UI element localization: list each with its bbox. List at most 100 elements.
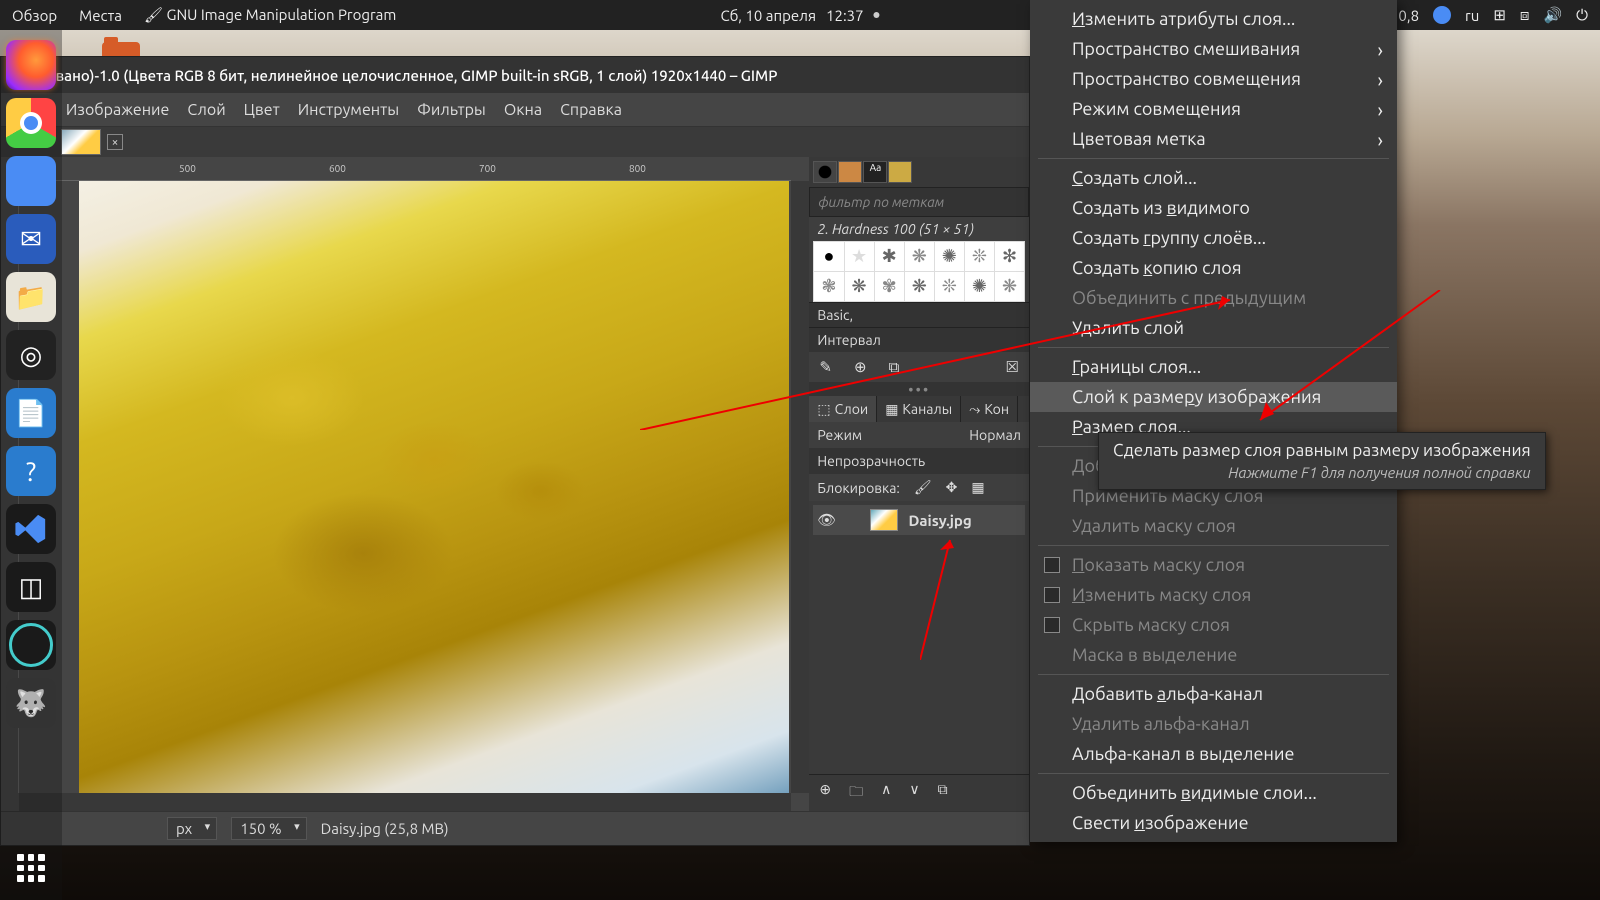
show-apps-button[interactable]: [11, 848, 51, 888]
network-icon[interactable]: ⊞: [1493, 6, 1506, 24]
brush-item[interactable]: ❋: [845, 272, 874, 301]
ctx-item[interactable]: Альфа-канал в выделение: [1030, 739, 1397, 769]
layer-group-icon[interactable]: 🗀: [849, 781, 863, 805]
menu-help[interactable]: Справка: [560, 101, 622, 119]
brush-item[interactable]: ●: [814, 242, 843, 271]
tab-close-button[interactable]: ×: [107, 134, 123, 150]
brush-item[interactable]: ★: [845, 242, 874, 271]
chrome-icon[interactable]: [6, 98, 56, 148]
menu-image[interactable]: Изображение: [66, 101, 170, 119]
history-tab[interactable]: [888, 161, 912, 183]
remote-icon[interactable]: [6, 620, 56, 670]
ctx-item[interactable]: Пространство совмещения: [1030, 64, 1397, 94]
ctx-item[interactable]: Режим совмещения: [1030, 94, 1397, 124]
ctx-item[interactable]: Изменить атрибуты слоя...: [1030, 4, 1397, 34]
brush-item[interactable]: ❃: [814, 272, 843, 301]
rhythmbox-icon[interactable]: ◎: [6, 330, 56, 380]
layer-up-icon[interactable]: ∧: [881, 781, 891, 805]
brush-item[interactable]: ❊: [935, 272, 964, 301]
brush-item[interactable]: ✾: [875, 272, 904, 301]
gimp-icon[interactable]: 🐺: [6, 678, 56, 728]
bluetooth-icon[interactable]: ⧈: [1520, 6, 1530, 24]
layer-opacity-label[interactable]: Непрозрачность: [817, 453, 925, 469]
brush-new-icon[interactable]: ⊕: [854, 358, 867, 376]
brush-item[interactable]: ❋: [905, 272, 934, 301]
scrollbar-horizontal[interactable]: [19, 793, 791, 811]
lock-alpha-icon[interactable]: ▦: [971, 479, 984, 496]
ctx-item[interactable]: Добавить альфа-канал: [1030, 679, 1397, 709]
date-label[interactable]: Сб, 10 апреля: [720, 7, 816, 24]
brush-item[interactable]: ❋: [905, 242, 934, 271]
chromium-icon[interactable]: [6, 156, 56, 206]
image-canvas[interactable]: [79, 181, 789, 801]
channels-tab[interactable]: ▦Каналы: [877, 396, 961, 422]
brush-item[interactable]: ❋: [995, 272, 1024, 301]
menu-windows[interactable]: Окна: [504, 101, 542, 119]
files-icon[interactable]: 📁: [6, 272, 56, 322]
brush-item[interactable]: ✺: [965, 272, 994, 301]
qbit-icon[interactable]: [1433, 6, 1451, 24]
brush-dup-icon[interactable]: ⧉: [889, 358, 900, 376]
virtualbox-icon[interactable]: ◫: [6, 562, 56, 612]
lock-position-icon[interactable]: ✥: [946, 479, 958, 496]
ruler-horizontal[interactable]: 400 500 600 700 800: [19, 157, 791, 181]
window-titlebar[interactable]: ртировано)-1.0 (Цвета RGB 8 бит, нелиней…: [1, 57, 1029, 93]
layer-dup-icon[interactable]: ⧉: [938, 781, 948, 805]
patterns-tab[interactable]: [838, 161, 862, 183]
lang-indicator[interactable]: ru: [1465, 7, 1479, 24]
ctx-item[interactable]: Объединить видимые слои...: [1030, 778, 1397, 808]
power-icon[interactable]: ⏻: [1576, 6, 1588, 24]
ctx-item[interactable]: Удалить слой: [1030, 313, 1397, 343]
ctx-item[interactable]: Слой к размеру изображения: [1030, 382, 1397, 412]
layer-item[interactable]: 👁 Daisy.jpg: [813, 505, 1025, 535]
visibility-eye-icon[interactable]: 👁: [817, 511, 836, 529]
ctx-item[interactable]: Создать группу слоёв...: [1030, 223, 1397, 253]
brush-delete-icon[interactable]: ☒: [1006, 358, 1019, 376]
ctx-item[interactable]: Создать слой...: [1030, 163, 1397, 193]
volume-icon[interactable]: 🔊: [1543, 6, 1562, 24]
app-menu[interactable]: 🖌 GNU Image Manipulation Program: [144, 6, 396, 24]
ctx-item[interactable]: Свести изображение: [1030, 808, 1397, 838]
time-label[interactable]: 12:37: [826, 7, 864, 24]
brush-filter-input[interactable]: фильтр по меткам: [809, 187, 1029, 217]
layer-thumbnail[interactable]: [870, 509, 898, 531]
brush-edit-icon[interactable]: ✎: [819, 358, 832, 376]
scrollbar-vertical[interactable]: [791, 181, 809, 793]
places-menu[interactable]: Места: [79, 7, 122, 24]
layers-tab[interactable]: ⬚Слои: [809, 396, 877, 422]
ctx-item[interactable]: Пространство смешивания: [1030, 34, 1397, 64]
layer-mode-value[interactable]: Нормал: [969, 427, 1021, 443]
brush-item[interactable]: ❊: [965, 242, 994, 271]
dock-separator[interactable]: •••: [809, 382, 1029, 396]
brush-item[interactable]: ✻: [995, 242, 1024, 271]
lock-pixels-icon[interactable]: 🖌: [914, 479, 932, 496]
ctx-item[interactable]: Создать из видимого: [1030, 193, 1397, 223]
thunderbird-icon[interactable]: ✉: [6, 214, 56, 264]
brushes-tab[interactable]: [813, 161, 837, 183]
fonts-tab[interactable]: Aa: [863, 161, 887, 183]
unit-select[interactable]: px: [167, 817, 217, 840]
layer-name[interactable]: Daisy.jpg: [908, 512, 971, 529]
ctx-item[interactable]: Цветовая метка: [1030, 124, 1397, 154]
paths-tab[interactable]: ⤳Кон: [961, 396, 1018, 422]
libreoffice-icon[interactable]: 📄: [6, 388, 56, 438]
help-icon[interactable]: ?: [6, 446, 56, 496]
brush-spacing-label[interactable]: Интервал: [809, 327, 1029, 352]
menu-layer[interactable]: Слой: [187, 101, 225, 119]
new-layer-icon[interactable]: ⊕: [819, 781, 831, 805]
image-tab-thumb[interactable]: [61, 129, 101, 155]
vscode-icon[interactable]: [6, 504, 56, 554]
ctx-item[interactable]: Границы слоя...: [1030, 352, 1397, 382]
menu-tools[interactable]: Инструменты: [298, 101, 399, 119]
activities-button[interactable]: Обзор: [12, 7, 57, 24]
layer-list: 👁 Daisy.jpg: [809, 501, 1029, 774]
layer-lock-label: Блокировка:: [817, 480, 899, 496]
zoom-select[interactable]: 150 %: [231, 817, 306, 840]
brush-item[interactable]: ✱: [875, 242, 904, 271]
menu-color[interactable]: Цвет: [244, 101, 280, 119]
firefox-icon[interactable]: [6, 40, 56, 90]
menu-filters[interactable]: Фильтры: [417, 101, 486, 119]
brush-item[interactable]: ✺: [935, 242, 964, 271]
layer-down-icon[interactable]: ∨: [909, 781, 919, 805]
ctx-item[interactable]: Создать копию слоя: [1030, 253, 1397, 283]
